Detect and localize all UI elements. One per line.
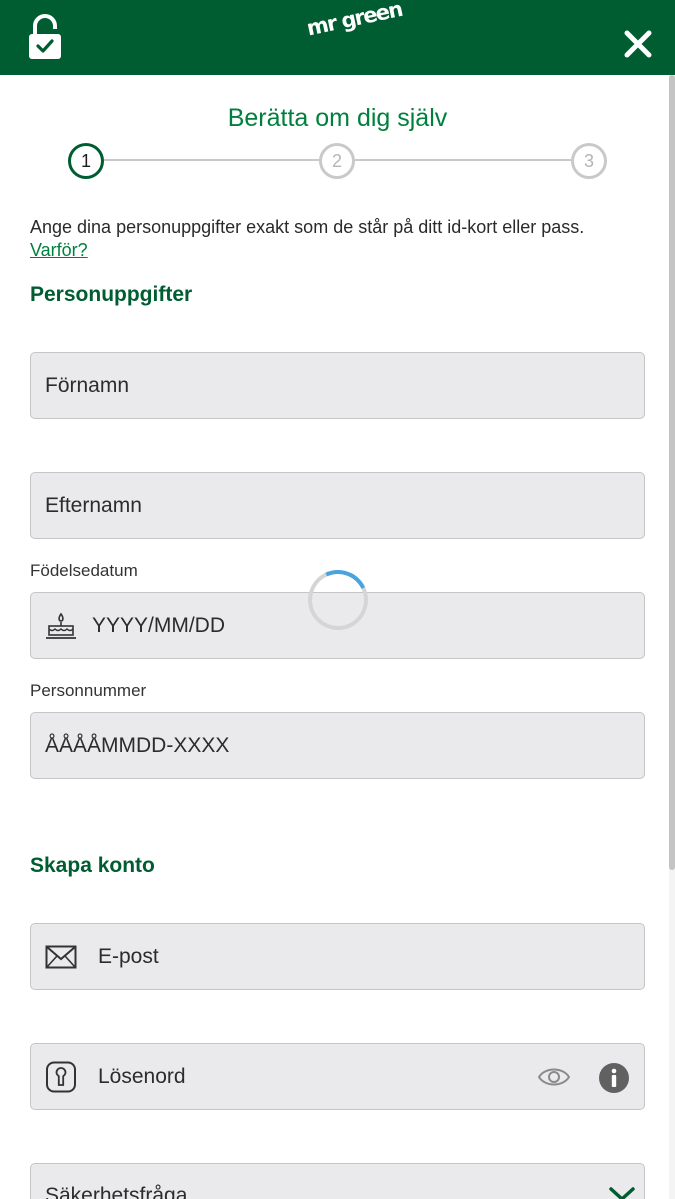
password-field[interactable]: Lösenord bbox=[30, 1043, 645, 1110]
why-link[interactable]: Varför? bbox=[30, 240, 88, 260]
eye-icon[interactable] bbox=[538, 1064, 570, 1090]
close-icon[interactable] bbox=[622, 28, 654, 60]
personal-number-field[interactable]: ÅÅÅÅMMDD-XXXX bbox=[30, 712, 645, 779]
intro-text: Ange dina personuppgifter exakt som de s… bbox=[30, 216, 640, 262]
step-title: Berätta om dig själv bbox=[227, 104, 448, 132]
info-icon[interactable] bbox=[598, 1062, 630, 1094]
first-name-field[interactable]: Förnamn bbox=[30, 352, 645, 419]
pnr-placeholder: ÅÅÅÅMMDD-XXXX bbox=[45, 734, 230, 757]
scrollbar-thumb[interactable] bbox=[669, 75, 675, 870]
first-name-placeholder: Förnamn bbox=[45, 374, 130, 397]
header-bar: mr green bbox=[0, 0, 675, 75]
envelope-icon bbox=[45, 945, 77, 969]
pnr-label: Personnummer bbox=[30, 681, 147, 700]
keyhole-icon bbox=[46, 1061, 76, 1093]
email-placeholder: E-post bbox=[98, 945, 159, 968]
account-heading: Skapa konto bbox=[30, 854, 155, 877]
security-question-select[interactable]: Säkerhetsfråga bbox=[30, 1163, 645, 1199]
stepper-line bbox=[355, 159, 571, 161]
chevron-down-icon bbox=[609, 1187, 635, 1199]
dob-placeholder: YYYY/MM/DD bbox=[92, 614, 226, 637]
stepper-line bbox=[104, 159, 320, 161]
last-name-field[interactable]: Efternamn bbox=[30, 472, 645, 539]
cake-icon bbox=[46, 612, 76, 639]
last-name-placeholder: Efternamn bbox=[45, 494, 142, 517]
dob-label: Födelsedatum bbox=[30, 561, 138, 580]
step-1: 1 bbox=[68, 143, 104, 179]
intro-copy: Ange dina personuppgifter exakt som de s… bbox=[30, 217, 585, 237]
personal-heading: Personuppgifter bbox=[30, 283, 193, 306]
step-2: 2 bbox=[319, 143, 355, 179]
step-3: 3 bbox=[571, 143, 607, 179]
password-placeholder: Lösenord bbox=[98, 1065, 186, 1088]
scrollbar[interactable] bbox=[669, 75, 675, 1199]
lock-check-icon bbox=[29, 14, 61, 59]
security-question-label: Säkerhetsfråga bbox=[45, 1184, 188, 1199]
email-field[interactable]: E-post bbox=[30, 923, 645, 990]
mr-green-logo[interactable]: mr green bbox=[303, 0, 404, 63]
